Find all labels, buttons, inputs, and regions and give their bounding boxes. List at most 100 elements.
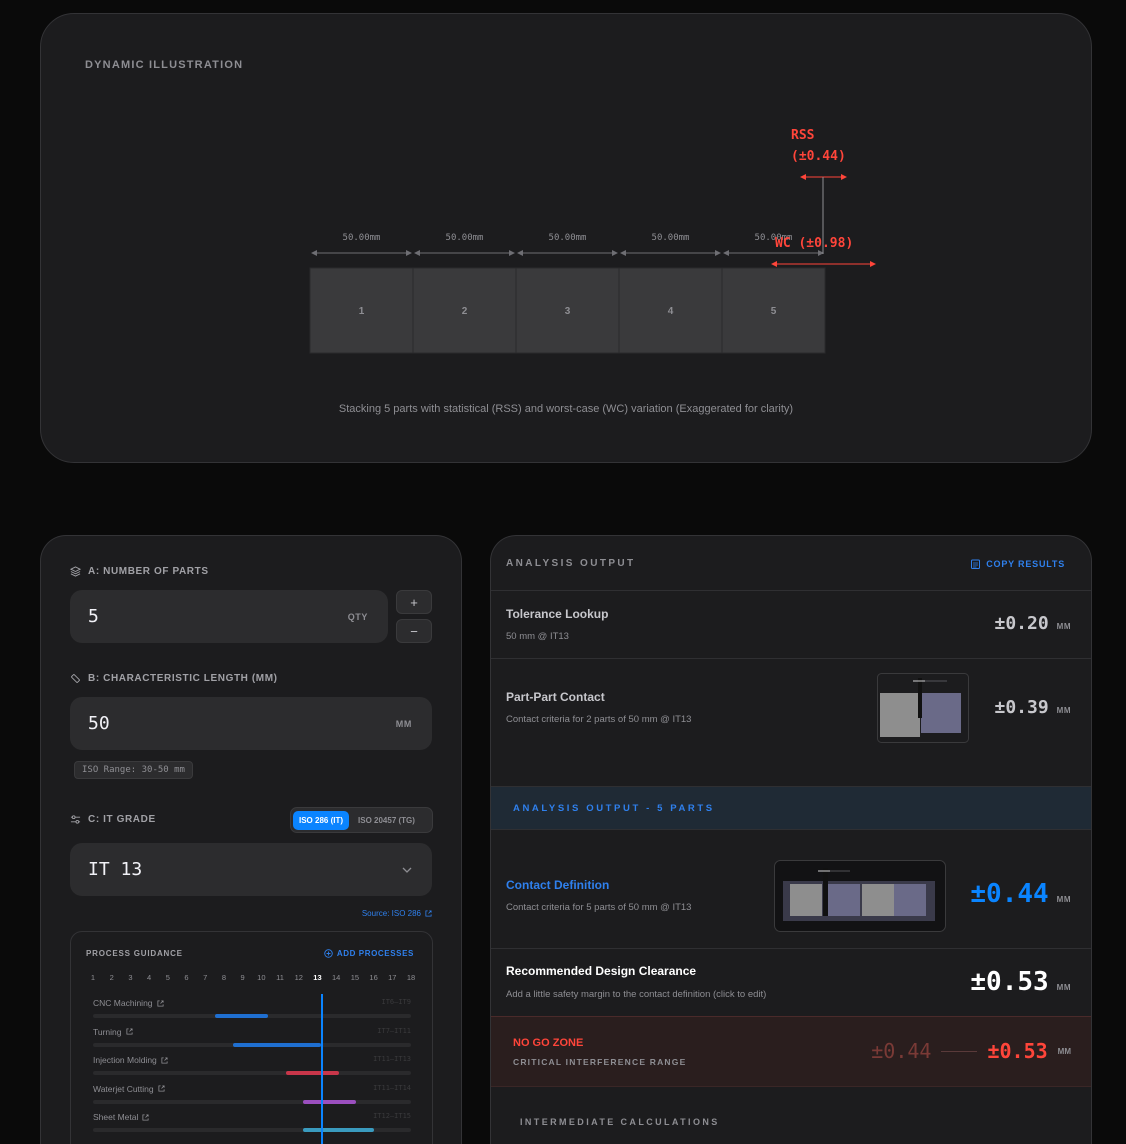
plus-circle-icon	[324, 949, 333, 958]
grade-scale: 1 2 3 4 5 6 7 8 9 10 11 12 13 14 15 16 17 18	[91, 973, 416, 985]
ruler-icon	[71, 674, 80, 683]
standard-iso20457[interactable]: ISO 20457 (TG)	[352, 811, 421, 830]
rss-value: (±0.44)	[791, 149, 846, 164]
design-clearance-row[interactable]: Recommended Design Clearance Add a littl…	[491, 948, 1091, 1016]
stack-diagram: 150.00mm250.00mm350.00mm450.00mm550.00mm…	[309, 128, 876, 354]
increment-button[interactable]: +	[396, 590, 432, 614]
process-range: IT11–IT13	[373, 1055, 411, 1063]
illustration-caption: Stacking 5 parts with statistical (RSS) …	[338, 403, 794, 415]
length-value: 50	[88, 713, 110, 734]
length-input[interactable]: 50 MM	[70, 697, 432, 750]
illustration-card: DYNAMIC ILLUSTRATION 1 50.00mm 2 50.00mm 3 50…	[40, 13, 1092, 463]
external-link-icon	[142, 1113, 149, 1121]
nogo-sub: CRITICAL INTERFERENCE RANGE	[513, 1057, 687, 1067]
sliders-icon	[70, 815, 81, 824]
grade-tick: 15	[350, 973, 360, 982]
grade-select[interactable]: IT 13	[70, 843, 432, 896]
contact2-title: Part-Part Contact	[506, 690, 605, 704]
process-range: IT6–IT9	[381, 998, 411, 1006]
external-link-icon	[158, 1085, 165, 1092]
grade-tick: 16	[369, 973, 378, 982]
parts-unit: QTY	[347, 611, 368, 622]
external-link-icon	[425, 910, 432, 917]
dimension-label: 50.00mm	[652, 233, 690, 243]
contact5-sub: Contact criteria for 5 parts of 50 mm @ …	[506, 902, 692, 913]
output-card: ANALYSIS OUTPUT COPY RESULTS Tolerance L…	[490, 535, 1092, 1144]
nogo-from: ±0.44	[871, 1039, 932, 1063]
dimension-label: 50.00mm	[343, 233, 381, 243]
contact2-sub: Contact criteria for 2 parts of 50 mm @ …	[506, 714, 692, 725]
contact2-thumbnail	[877, 673, 969, 743]
grade-tick: 13	[313, 973, 322, 982]
tolerance-lookup-row: Tolerance Lookup 50 mm @ IT13 ±0.20 MM	[491, 590, 1091, 658]
grade-tick: 14	[332, 973, 341, 982]
grade-label: C: IT GRADE	[70, 814, 156, 825]
process-range: IT12–IT15	[373, 1112, 411, 1120]
iso-range-tag: ISO Range: 30-50 mm	[74, 761, 193, 779]
rss-label: RSS	[791, 128, 815, 143]
nogo-title: NO GO ZONE	[513, 1037, 584, 1049]
parts-output-band: ANALYSIS OUTPUT - 5 PARTS	[491, 786, 1091, 830]
inputs-card: A: NUMBER OF PARTS 5 QTY + − B: CHARACTE…	[40, 535, 462, 1144]
process-name: Turning	[93, 1027, 411, 1037]
process-track	[93, 1071, 411, 1075]
grade-tick: 12	[294, 973, 303, 982]
process-range: IT11–IT14	[373, 1083, 411, 1092]
grade-tick: 10	[257, 973, 266, 982]
process-row[interactable]: Injection Molding IT11–IT13	[93, 1055, 411, 1079]
process-name: Sheet Metal	[93, 1112, 411, 1122]
process-bar	[232, 1042, 321, 1047]
parts-label: A: NUMBER OF PARTS	[70, 566, 209, 577]
layers-icon	[70, 566, 81, 577]
length-label: B: CHARACTERISTIC LENGTH (MM)	[70, 673, 278, 684]
parts-value: 5	[88, 606, 99, 627]
contact5-thumbnail	[774, 860, 946, 932]
grade-tick: 2	[109, 973, 114, 982]
clearance-unit: MM	[1056, 983, 1071, 992]
process-bar	[285, 1071, 339, 1075]
contact5-value: ±0.44	[970, 879, 1049, 909]
grade-value: IT 13	[88, 859, 143, 880]
process-row[interactable]: CNC Machining IT6–IT9	[93, 998, 411, 1022]
process-bar	[303, 1128, 374, 1132]
process-name: CNC Machining	[93, 998, 411, 1008]
nogo-dash	[941, 1050, 978, 1052]
grade-tick: 3	[128, 973, 133, 982]
grade-tick: 6	[184, 973, 189, 982]
process-name: Waterjet Cutting	[93, 1084, 411, 1094]
no-go-zone: NO GO ZONE CRITICAL INTERFERENCE RANGE ±…	[491, 1016, 1091, 1087]
process-row[interactable]: Waterjet Cutting IT11–IT14	[93, 1084, 411, 1108]
process-row[interactable]: Sheet Metal IT12–IT15	[93, 1112, 411, 1136]
standard-iso286[interactable]: ISO 286 (IT)	[293, 810, 350, 830]
standard-toggle: ISO 286 (IT) ISO 20457 (TG)	[290, 807, 433, 833]
grade-tick: 18	[406, 973, 416, 982]
grade-tick: 4	[147, 973, 152, 982]
decrement-button[interactable]: −	[396, 619, 432, 643]
contact5-unit: MM	[1056, 895, 1071, 904]
external-link-icon	[157, 999, 164, 1007]
band-title: ANALYSIS OUTPUT - 5 PARTS	[513, 803, 715, 814]
clipboard-icon	[971, 559, 981, 569]
process-row[interactable]: Turning IT7–IT11	[93, 1027, 411, 1051]
grade-tick: 9	[240, 973, 245, 982]
contact2-unit: MM	[1056, 706, 1071, 715]
process-name: Injection Molding	[93, 1055, 411, 1065]
grade-tick: 5	[165, 973, 170, 982]
external-link-icon	[161, 1056, 168, 1064]
process-bar	[214, 1014, 268, 1018]
chevron-down-icon	[402, 867, 412, 873]
grade-tick: 8	[221, 973, 227, 982]
process-range: IT7–IT11	[377, 1026, 411, 1035]
external-link-icon	[125, 1028, 133, 1035]
process-track	[93, 1099, 411, 1104]
current-grade-marker	[321, 994, 324, 1144]
contact5-title: Contact Definition	[506, 878, 610, 892]
parts-input[interactable]: 5 QTY	[70, 590, 388, 643]
contact-definition-row: Contact Definition Contact criteria for …	[491, 830, 1091, 948]
part-label: 4	[668, 306, 674, 317]
clearance-value: ±0.53	[970, 967, 1049, 997]
copy-results-button[interactable]: COPY RESULTS	[971, 559, 1065, 569]
wc-label: WC (±0.98)	[775, 236, 853, 251]
source-link[interactable]: Source: ISO 286	[362, 909, 432, 918]
add-processes-button[interactable]: ADD PROCESSES	[324, 949, 414, 958]
